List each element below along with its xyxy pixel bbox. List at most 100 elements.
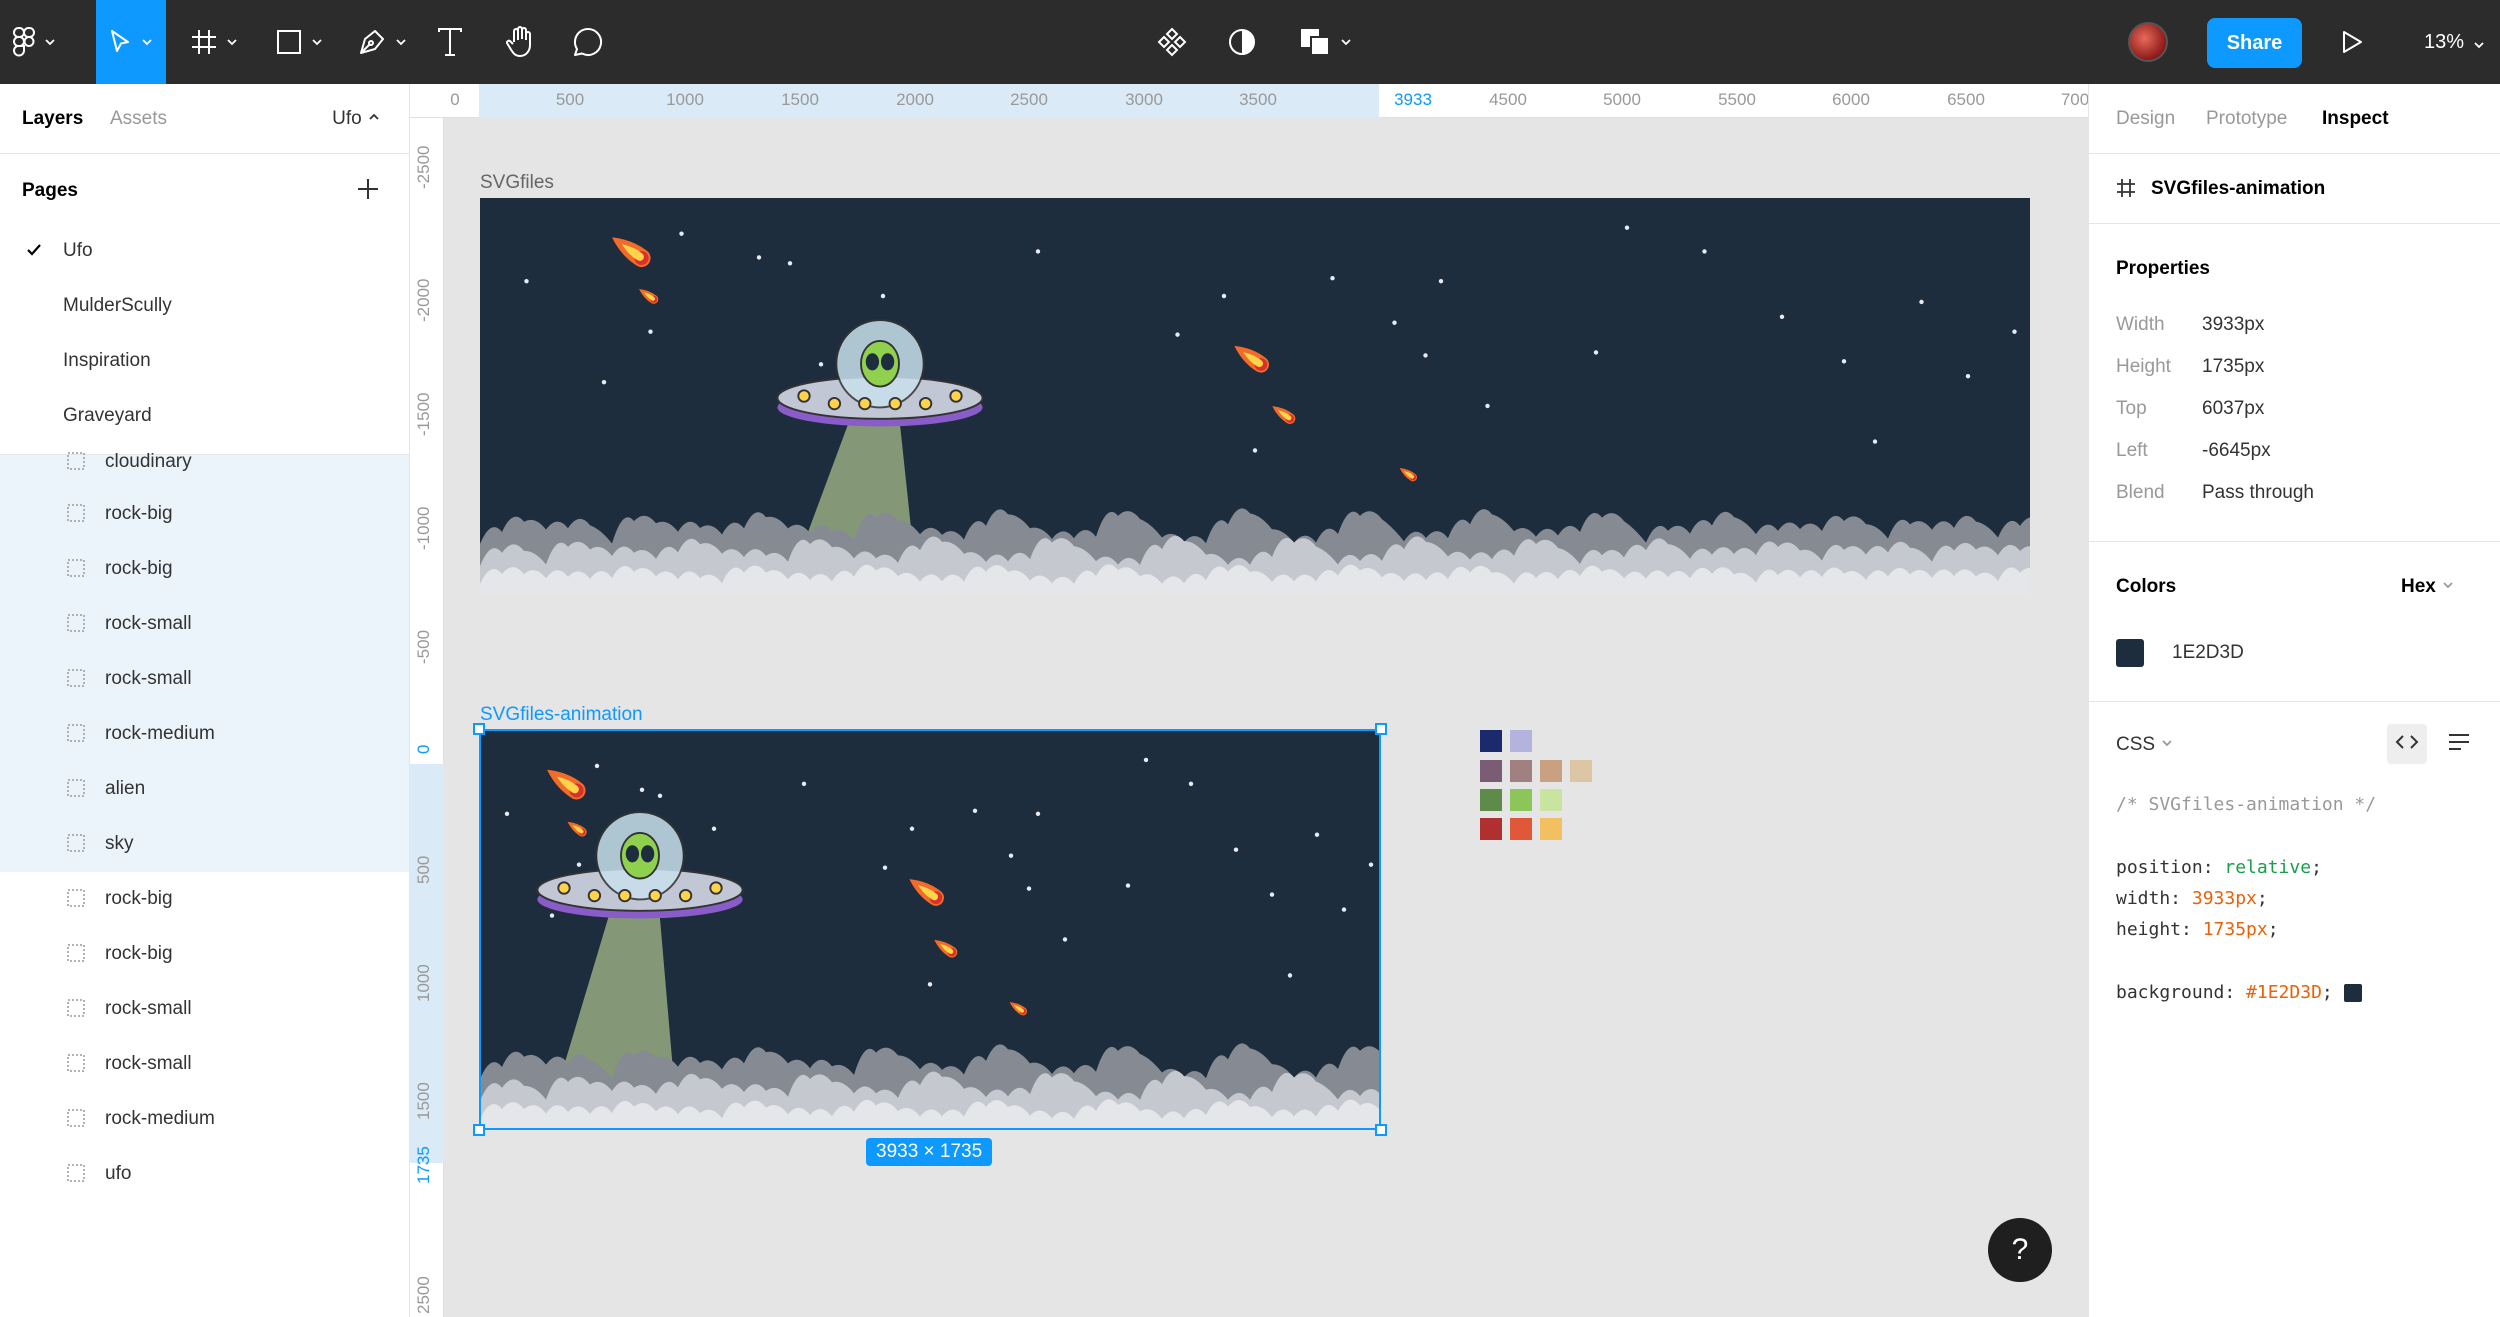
frame-svgfiles[interactable] bbox=[480, 198, 2030, 594]
layer-row[interactable]: ufo bbox=[0, 1147, 409, 1202]
layer-label: rock-medium bbox=[105, 1108, 215, 1129]
move-tool-button[interactable] bbox=[96, 0, 166, 84]
page-selector[interactable]: Ufo bbox=[332, 108, 381, 130]
boolean-union-icon bbox=[1299, 27, 1331, 57]
page-item[interactable]: Inspiration bbox=[0, 334, 409, 389]
star bbox=[787, 261, 793, 266]
text-lines-icon bbox=[2448, 733, 2470, 756]
palette-swatch[interactable] bbox=[1510, 760, 1532, 782]
layer-row[interactable]: rock-big bbox=[0, 542, 409, 597]
frame-label-svgfiles[interactable]: SVGfiles bbox=[480, 172, 554, 194]
ruler-vertical: -2500 -2000 -1500 -1000 -500 0 500 1000 1500 1735… bbox=[410, 118, 444, 1317]
layer-row[interactable]: rock-big bbox=[0, 927, 409, 982]
tab-layers[interactable]: Layers bbox=[22, 108, 83, 130]
palette-swatch[interactable] bbox=[1480, 730, 1502, 752]
layer-row[interactable]: cloudinary bbox=[0, 451, 409, 487]
property-value[interactable]: Pass through bbox=[2202, 482, 2314, 504]
layer-row[interactable]: rock-small bbox=[0, 652, 409, 707]
star bbox=[1252, 448, 1258, 453]
frame-label-svgfiles-animation[interactable]: SVGfiles-animation bbox=[480, 704, 643, 726]
ruler-tick-label: -2500 bbox=[414, 145, 433, 189]
comment-tool-button[interactable] bbox=[566, 0, 610, 84]
palette-swatch[interactable] bbox=[1540, 818, 1562, 840]
color-swatch[interactable] bbox=[2116, 639, 2144, 667]
layer-row[interactable]: rock-small bbox=[0, 982, 409, 1037]
resize-handle-bottom-left[interactable] bbox=[473, 1124, 485, 1136]
tab-design[interactable]: Design bbox=[2116, 108, 2175, 130]
palette-swatch[interactable] bbox=[1540, 760, 1562, 782]
code-language-select[interactable]: CSS bbox=[2116, 734, 2174, 756]
code-line-position: position: relative; bbox=[2116, 857, 2322, 878]
frame-svgfiles-animation[interactable] bbox=[480, 730, 1380, 1129]
layer-row[interactable]: alien bbox=[0, 762, 409, 817]
pen-tool-button[interactable] bbox=[348, 0, 418, 84]
star bbox=[594, 763, 600, 769]
palette-swatch[interactable] bbox=[1510, 818, 1532, 840]
layer-row[interactable]: rock-big bbox=[0, 487, 409, 542]
layer-row[interactable]: rock-medium bbox=[0, 1092, 409, 1147]
palette-swatch[interactable] bbox=[1510, 789, 1532, 811]
property-value[interactable]: 3933px bbox=[2202, 314, 2264, 336]
resize-handle-top-right[interactable] bbox=[1375, 723, 1387, 735]
palette-swatch[interactable] bbox=[1480, 789, 1502, 811]
resize-handle-top-left[interactable] bbox=[473, 723, 485, 735]
resize-handle-bottom-right[interactable] bbox=[1375, 1124, 1387, 1136]
palette-swatch[interactable] bbox=[1540, 789, 1562, 811]
ruler-tick-label: 3500 bbox=[1239, 90, 1277, 109]
group-icon bbox=[66, 833, 86, 859]
components-button[interactable] bbox=[1150, 0, 1194, 84]
frame-hash-icon bbox=[2116, 178, 2136, 203]
group-icon bbox=[66, 613, 86, 639]
color-hex-value[interactable]: 1E2D3D bbox=[2172, 642, 2244, 664]
layer-row[interactable]: rock-small bbox=[0, 597, 409, 652]
hand-tool-button[interactable] bbox=[498, 0, 542, 84]
ruler-tick-label: 0 bbox=[414, 744, 433, 754]
help-button[interactable]: ? bbox=[1988, 1218, 2052, 1282]
ruler-tick-label: 2500 bbox=[414, 1276, 433, 1314]
shape-tool-button[interactable] bbox=[265, 0, 335, 84]
theme-toggle-button[interactable] bbox=[1220, 0, 1264, 84]
palette-swatch[interactable] bbox=[1570, 760, 1592, 782]
star bbox=[927, 982, 933, 987]
star bbox=[1221, 293, 1227, 299]
frame-tool-button[interactable] bbox=[180, 0, 250, 84]
present-button[interactable] bbox=[2330, 0, 2374, 84]
tab-inspect[interactable]: Inspect bbox=[2322, 108, 2389, 130]
page-item[interactable]: Graveyard bbox=[0, 389, 409, 444]
property-key: Left bbox=[2116, 440, 2148, 461]
tab-assets[interactable]: Assets bbox=[110, 108, 167, 130]
page-item-label: Graveyard bbox=[63, 405, 152, 426]
main-menu-button[interactable] bbox=[0, 0, 70, 84]
add-page-icon[interactable] bbox=[355, 176, 381, 202]
ruler-tick-label: 1500 bbox=[414, 1082, 433, 1120]
layer-row[interactable]: sky bbox=[0, 817, 409, 872]
color-format-select[interactable]: Hex bbox=[2401, 576, 2455, 598]
text-tool-button[interactable] bbox=[428, 0, 472, 84]
property-value[interactable]: -6645px bbox=[2202, 440, 2271, 462]
ruler-tick-label: 1000 bbox=[414, 964, 433, 1002]
group-icon bbox=[66, 451, 86, 477]
property-value[interactable]: 6037px bbox=[2202, 398, 2264, 420]
boolean-ops-button[interactable] bbox=[1296, 0, 1356, 84]
layer-row[interactable]: rock-big bbox=[0, 872, 409, 927]
palette-swatch[interactable] bbox=[1480, 760, 1502, 782]
zoom-menu[interactable]: 13% bbox=[2424, 0, 2486, 84]
layer-label: rock-big bbox=[105, 503, 173, 524]
canvas[interactable]: 0 500 1000 1500 2000 2500 3000 3500 3933 4500 5000… bbox=[410, 84, 2088, 1317]
star bbox=[1062, 937, 1068, 942]
layer-row[interactable]: rock-medium bbox=[0, 707, 409, 762]
page-item[interactable]: Ufo bbox=[0, 224, 409, 279]
page-item[interactable]: MulderScully bbox=[0, 279, 409, 334]
property-key: Width bbox=[2116, 314, 2165, 335]
layer-row[interactable]: rock-small bbox=[0, 1037, 409, 1092]
list-view-button[interactable] bbox=[2439, 724, 2479, 764]
share-button[interactable]: Share bbox=[2207, 18, 2302, 68]
code-view-button[interactable] bbox=[2387, 724, 2427, 764]
palette-swatch[interactable] bbox=[1510, 730, 1532, 752]
star bbox=[1779, 314, 1785, 319]
tab-prototype[interactable]: Prototype bbox=[2206, 108, 2287, 130]
palette-swatch[interactable] bbox=[1480, 818, 1502, 840]
property-value[interactable]: 1735px bbox=[2202, 356, 2264, 378]
avatar[interactable] bbox=[2128, 22, 2168, 62]
chevron-down-icon bbox=[225, 35, 239, 49]
